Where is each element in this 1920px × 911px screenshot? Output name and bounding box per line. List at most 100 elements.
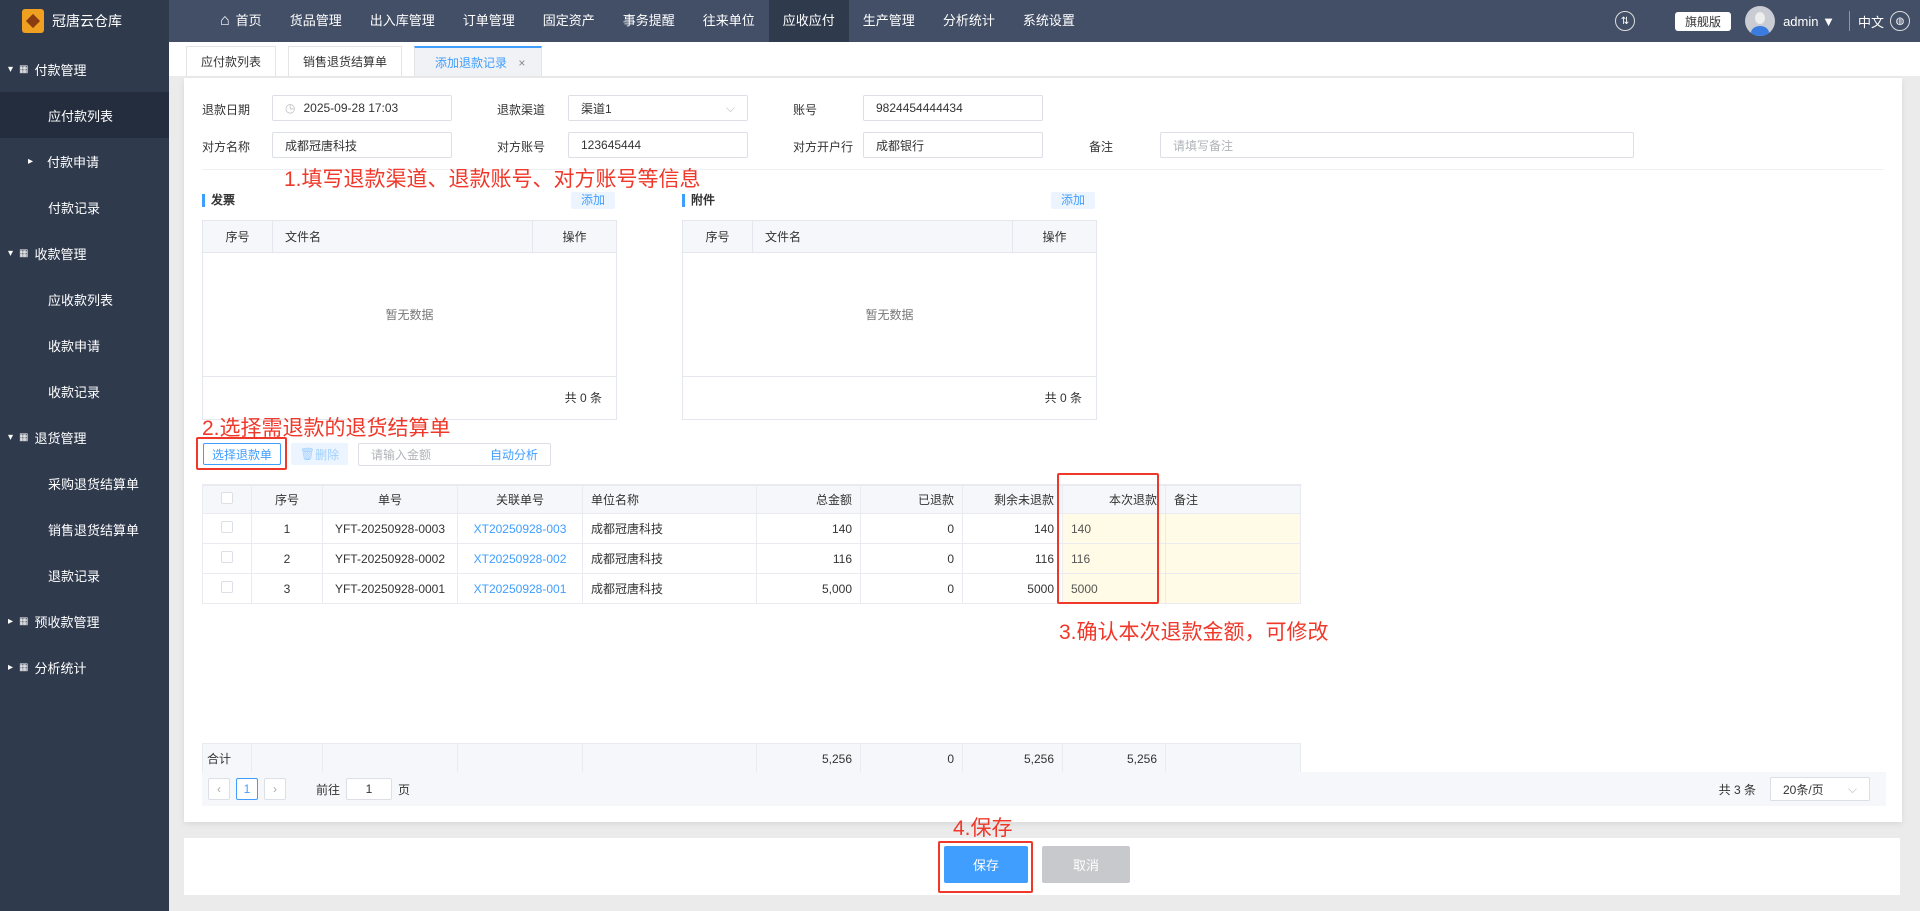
- prev-page-button[interactable]: ‹: [208, 778, 230, 800]
- account-input[interactable]: 9824454444434: [863, 95, 1043, 121]
- nav-item[interactable]: 出入库管理: [356, 0, 449, 42]
- nav-item[interactable]: ⌂ 首页: [206, 0, 276, 42]
- sidebar-item[interactable]: 付款记录: [0, 184, 169, 230]
- cell-refunded: 0: [860, 513, 963, 544]
- caret-down-icon: ▾: [8, 63, 14, 75]
- app-logo[interactable]: 冠唐云仓库: [0, 0, 169, 42]
- channel-select[interactable]: 渠道1 ⌵: [568, 95, 748, 121]
- invoice-add-button[interactable]: 添加: [571, 192, 616, 209]
- amount-placeholder: 请输入金额: [371, 448, 432, 462]
- username: admin: [1783, 13, 1819, 29]
- party-bank-value: 成都银行: [876, 138, 925, 153]
- sidebar-item[interactable]: 销售退货结算单: [0, 506, 169, 552]
- divider: [1848, 11, 1850, 31]
- sidebar-item-label: 收款记录: [48, 384, 101, 400]
- column-header: 单号: [322, 485, 458, 514]
- column-header: 单位名称: [582, 485, 757, 514]
- amount-input[interactable]: 请输入金额 自动分析: [358, 443, 551, 466]
- tab-label: 销售退货结算单: [303, 55, 388, 69]
- party-account-label: 对方账号: [497, 140, 546, 154]
- nav-item[interactable]: 系统设置: [1009, 0, 1089, 42]
- cell-remark[interactable]: [1165, 513, 1301, 544]
- globe-icon[interactable]: ◍: [1890, 11, 1910, 31]
- column-header: 总金额: [756, 485, 861, 514]
- column-header: 备注: [1165, 485, 1301, 514]
- cell-remaining: 140: [962, 513, 1063, 544]
- select-refund-button[interactable]: 选择退款单: [203, 443, 281, 465]
- sidebar-item[interactable]: ▾ ▦ 付款管理: [0, 46, 169, 92]
- nav-item[interactable]: 货品管理: [276, 0, 356, 42]
- sidebar-item[interactable]: 收款申请: [0, 322, 169, 368]
- nav-item[interactable]: 固定资产: [529, 0, 609, 42]
- nav-item[interactable]: 事务提醒: [609, 0, 689, 42]
- attachment-add-button[interactable]: 添加: [1051, 192, 1096, 209]
- cell-remark[interactable]: [1165, 573, 1301, 604]
- language-switch[interactable]: 中文: [1858, 12, 1884, 31]
- party-account-input[interactable]: 123645444: [568, 132, 748, 158]
- cell-total: 5,000: [756, 573, 861, 604]
- auto-analyze-button[interactable]: 自动分析: [490, 446, 538, 463]
- refund-date-input[interactable]: ◷ 2025-09-28 17:03: [272, 95, 452, 121]
- tab-payable-list[interactable]: 应付款列表: [186, 46, 277, 76]
- cell-ref[interactable]: XT20250928-002: [457, 543, 583, 574]
- row-checkbox[interactable]: [202, 573, 252, 604]
- sidebar-item-label: 付款管理: [34, 62, 87, 78]
- sidebar-item[interactable]: 应付款列表: [0, 92, 169, 138]
- party-name-input[interactable]: 成都冠唐科技: [272, 132, 452, 158]
- sidebar-item[interactable]: ▸ ▦ 分析统计: [0, 644, 169, 690]
- delete-button[interactable]: 🗑 删除: [291, 443, 348, 465]
- nav-item-label: 首页: [235, 13, 262, 28]
- tab-bar: 应付款列表 销售退货结算单 添加退款记录 ×: [169, 42, 1920, 76]
- next-page-button[interactable]: ›: [264, 778, 286, 800]
- tab-sales-return-settlement[interactable]: 销售退货结算单: [288, 46, 403, 76]
- select-all-checkbox[interactable]: [202, 485, 252, 514]
- sidebar-item[interactable]: ▾ ▦ 退货管理: [0, 414, 169, 460]
- row-checkbox[interactable]: [202, 513, 252, 544]
- cell-ref[interactable]: XT20250928-001: [457, 573, 583, 604]
- nav-item[interactable]: 分析统计: [929, 0, 1009, 42]
- sidebar-item-label: 退货管理: [34, 430, 87, 446]
- caret-right-icon: ▸: [8, 661, 14, 673]
- nav-item[interactable]: 生产管理: [849, 0, 929, 42]
- page-size-select[interactable]: 20条/页 ⌵: [1770, 777, 1870, 801]
- avatar[interactable]: [1745, 6, 1776, 36]
- sidebar-item[interactable]: 退款记录: [0, 552, 169, 598]
- sidebar-item[interactable]: ▸ 付款申请: [0, 138, 169, 184]
- remark-placeholder: 请填写备注: [1173, 138, 1234, 153]
- goto-page-input[interactable]: 1: [346, 778, 393, 800]
- row-checkbox[interactable]: [202, 543, 252, 574]
- cell-remark[interactable]: [1165, 543, 1301, 574]
- sidebar-item[interactable]: 应收款列表: [0, 276, 169, 322]
- save-button[interactable]: 保存: [944, 846, 1028, 883]
- caret-right-icon: ▸: [28, 155, 34, 167]
- close-icon[interactable]: ×: [518, 56, 525, 70]
- summary-this-refund: 5,256: [1062, 743, 1166, 774]
- cell-ref[interactable]: XT20250928-003: [457, 513, 583, 544]
- cell-code: YFT-20250928-0002: [322, 543, 458, 574]
- attachment-table: 序号 文件名 操作 暂无数据 共 0 条: [682, 220, 1097, 420]
- page-1-button[interactable]: 1: [236, 778, 258, 800]
- remark-input[interactable]: 请填写备注: [1160, 132, 1634, 158]
- sidebar: ▾ ▦ 付款管理 应付款列表 ▸ 付款申请 付款记录 ▾ ▦ 收款管理 应收款列表 收款申请收款记录 ▾…: [0, 42, 169, 911]
- sidebar-item[interactable]: ▸ ▦ 预收款管理: [0, 598, 169, 644]
- goto-label: 前往: [316, 782, 341, 797]
- nav-item[interactable]: 应收应付: [768, 0, 849, 42]
- logo-icon: [22, 9, 44, 33]
- sidebar-item[interactable]: ▾ ▦ 收款管理: [0, 230, 169, 276]
- total-count: 共 3 条: [1718, 782, 1756, 797]
- column-header: 已退款: [860, 485, 963, 514]
- delete-label: 删除: [315, 447, 340, 462]
- nav-item-label: 固定资产: [542, 13, 595, 28]
- sidebar-item[interactable]: 收款记录: [0, 368, 169, 414]
- sidebar-item-label: 分析统计: [34, 660, 87, 676]
- sidebar-item[interactable]: 采购退货结算单: [0, 460, 169, 506]
- user-menu[interactable]: admin ▼: [1783, 14, 1835, 29]
- cell-unit: 成都冠唐科技: [582, 543, 757, 574]
- tab-add-refund-record[interactable]: 添加退款记录 ×: [414, 46, 543, 76]
- party-bank-input[interactable]: 成都银行: [863, 132, 1043, 158]
- nav-item[interactable]: 订单管理: [449, 0, 529, 42]
- cancel-button[interactable]: 取消: [1042, 846, 1130, 883]
- switch-icon[interactable]: ⇅: [1615, 11, 1636, 31]
- nav-item[interactable]: 往来单位: [689, 0, 769, 42]
- cell-no: 3: [251, 573, 323, 604]
